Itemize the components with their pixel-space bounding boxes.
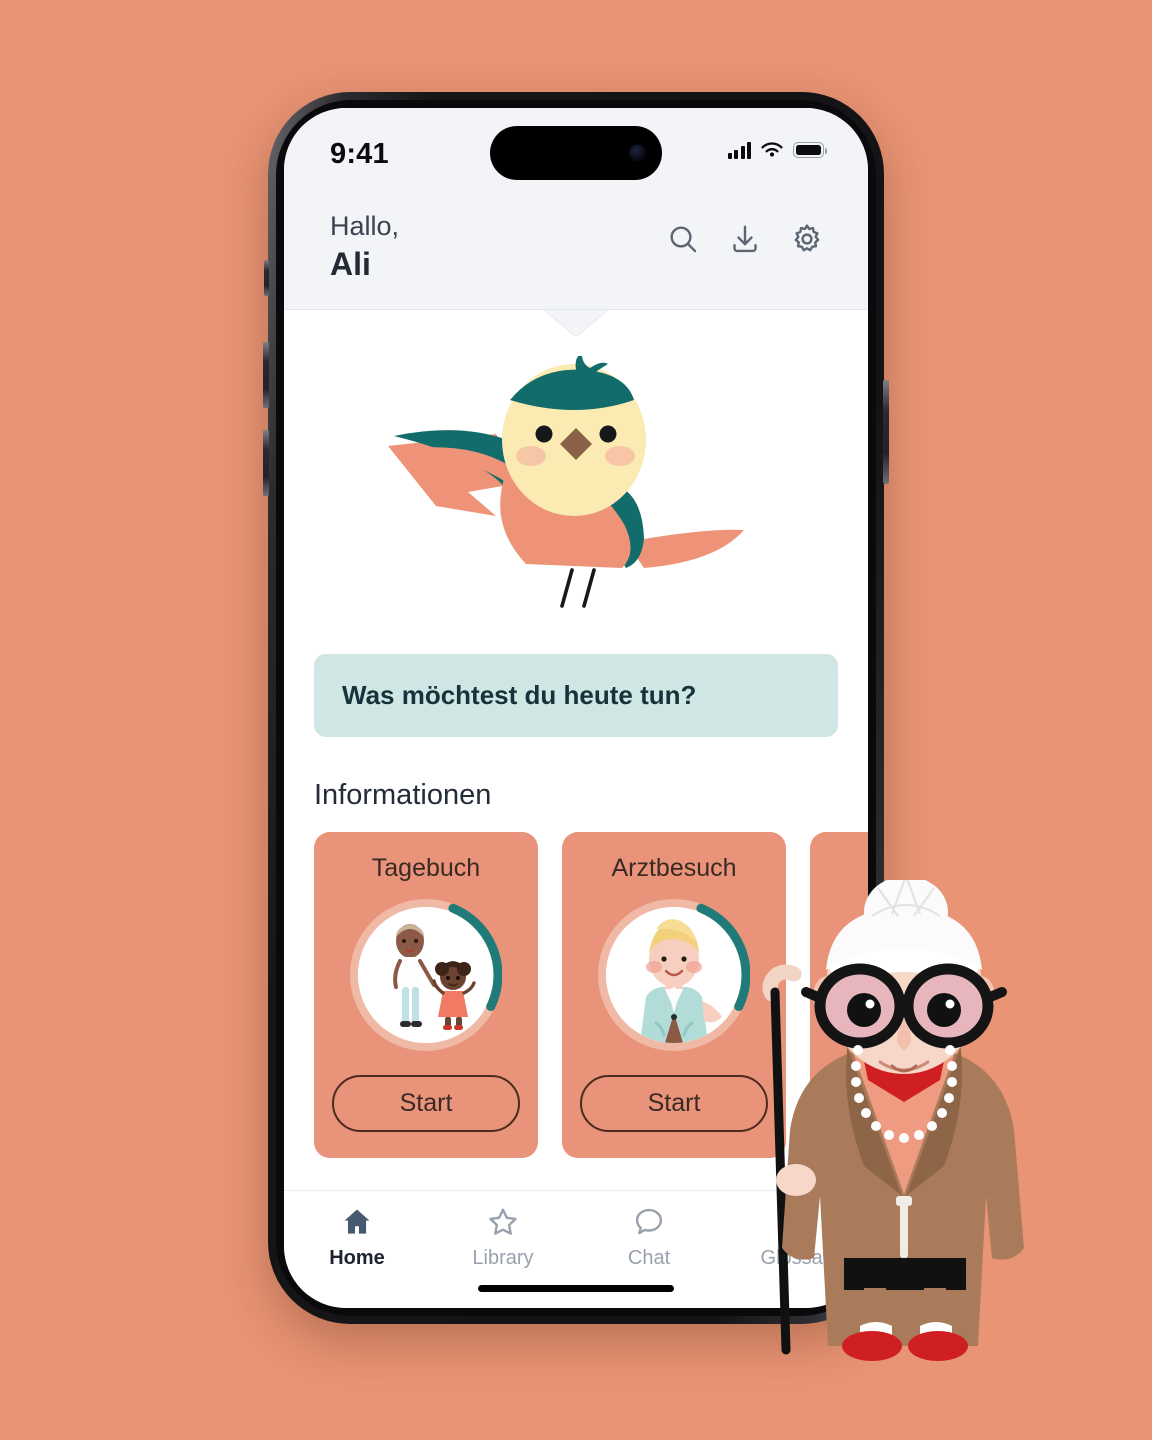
tab-label: Glossar: [760, 1247, 830, 1269]
volume-up-button[interactable]: [263, 342, 269, 408]
greeting-text: Hallo,: [330, 211, 400, 241]
tab-chat[interactable]: Chat: [576, 1205, 722, 1270]
silent-switch[interactable]: [264, 260, 269, 296]
status-indicators: [727, 138, 828, 159]
phone-mockup: 9:41 Hallo, Ali Was möchtest du heute tu…: [263, 92, 889, 1324]
chat-bubble-icon: [635, 1208, 663, 1235]
tab-library[interactable]: Library: [430, 1205, 576, 1270]
tab-label: Home: [329, 1247, 385, 1269]
gear-icon[interactable]: [790, 222, 824, 256]
bottom-navigation: Home Library Chat Glossar: [284, 1190, 868, 1308]
tab-home[interactable]: Home: [284, 1205, 430, 1270]
home-indicator[interactable]: [478, 1285, 674, 1292]
front-camera-icon: [629, 144, 646, 162]
info-card-next[interactable]: [810, 831, 868, 1158]
bird-mascot: [284, 336, 868, 648]
main-content: Was möchtest du heute tun? Informationen…: [284, 335, 868, 1158]
tab-glossar[interactable]: Glossar: [722, 1205, 868, 1270]
avatar: [350, 898, 502, 1051]
book-icon: [782, 1210, 808, 1236]
home-icon: [344, 1209, 370, 1234]
power-button[interactable]: [883, 380, 889, 484]
wifi-icon: [761, 142, 783, 157]
info-card-list: Tagebuch Start Arztbesuch Start: [284, 831, 868, 1158]
header-actions: [666, 210, 824, 256]
progress-arc: [350, 898, 502, 1051]
search-icon[interactable]: [666, 222, 700, 256]
user-name: Ali: [330, 245, 371, 282]
header-notch-triangle: [545, 309, 607, 337]
dynamic-island: [490, 126, 662, 180]
card-title: Tagebuch: [371, 853, 481, 882]
card-title: Arztbesuch: [611, 853, 737, 882]
section-title: Informationen: [314, 778, 492, 811]
start-button[interactable]: Start: [332, 1074, 520, 1132]
start-button[interactable]: Start: [580, 1074, 768, 1132]
avatar: [598, 898, 750, 1051]
tab-label: Chat: [627, 1247, 671, 1269]
cellular-bars-icon: [727, 141, 751, 159]
prompt-bubble: Was möchtest du heute tun?: [314, 653, 838, 737]
tab-label: Library: [472, 1247, 534, 1269]
battery-icon: [793, 142, 828, 158]
status-clock: 9:41: [330, 138, 389, 170]
status-bar: 9:41: [284, 108, 868, 204]
header-pointer: [284, 308, 868, 337]
download-icon[interactable]: [728, 222, 762, 256]
info-card-tagebuch[interactable]: Tagebuch Start: [314, 831, 538, 1158]
info-card-arztbesuch[interactable]: Arztbesuch Start: [562, 831, 786, 1158]
volume-down-button[interactable]: [263, 430, 269, 496]
greeting-block: Hallo, Ali: [330, 210, 399, 284]
app-header: Hallo, Ali: [284, 204, 868, 310]
progress-arc: [598, 898, 750, 1051]
phone-screen: 9:41 Hallo, Ali Was möchtest du heute tu…: [284, 108, 868, 1308]
star-icon: [489, 1208, 517, 1235]
